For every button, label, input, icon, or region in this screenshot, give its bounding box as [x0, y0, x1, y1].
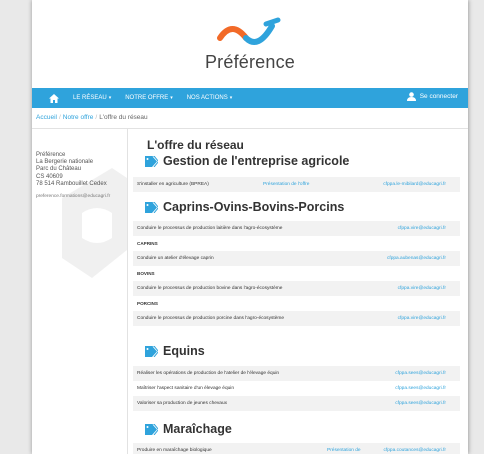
category-label: BOVINS	[137, 271, 155, 276]
section-title-text: Gestion de l'entreprise agricole	[163, 154, 350, 168]
section-table: S'installer en agriculture (BPREA) Présen…	[133, 177, 460, 192]
row-label: Conduire le processus de production lait…	[137, 226, 283, 231]
table-row: S'installer en agriculture (BPREA) Présen…	[133, 177, 460, 192]
home-icon[interactable]	[49, 93, 59, 103]
row-label: Réaliser les opérations de production de…	[137, 371, 280, 376]
chevron-down-icon: ▾	[170, 95, 173, 101]
section-table: Réaliser les opérations de production de…	[133, 366, 460, 411]
tag-icon	[145, 155, 158, 167]
contact-email-link[interactable]: cfppa.vire@educagri.fr	[398, 286, 446, 291]
section-title-text: Maraîchage	[163, 422, 232, 436]
contact-email-link[interactable]: cfppa.le-mibilard@educagri.fr	[383, 182, 446, 187]
nav-notre-offre[interactable]: NOTRE OFFRE ▾	[125, 95, 173, 101]
preference-logo[interactable]	[216, 16, 284, 52]
tag-icon	[145, 201, 158, 213]
contact-email-link[interactable]: cfppa.sees@educagri.fr	[395, 371, 446, 376]
address-line: La Bergerie nationale	[36, 159, 94, 166]
presentation-link[interactable]: Présentation de l'offre	[263, 182, 309, 187]
chevron-down-icon: ▾	[108, 95, 112, 101]
brand-name: Préférence	[204, 52, 296, 72]
address-line: CS 40609	[36, 173, 63, 180]
nav-nos-actions-label: NOS ACTIONS	[186, 95, 228, 101]
section-title: Maraîchage	[145, 422, 232, 436]
address-block: Préférence La Bergerie nationale Parc du…	[36, 152, 110, 200]
table-category-row: BOVINS	[133, 266, 460, 281]
login-label: Se connecter	[419, 93, 458, 100]
main-navbar: LE RÉSEAU ▾ NOTRE OFFRE ▾ NOS ACTIONS ▾ Se …	[32, 88, 468, 108]
table-category-row: PORCINS	[133, 296, 460, 311]
contact-email-link[interactable]: cfppa.vire@educagri.fr	[398, 226, 446, 231]
address-line: Préférence	[36, 152, 66, 158]
row-label: Valoriser sa production de jeunes chevau…	[137, 401, 228, 406]
section-title: Caprins-Ovins-Bovins-Porcins	[145, 200, 344, 214]
row-label: Conduire le processus de production bovi…	[137, 286, 283, 291]
table-row: Maîtriser l'aspect sanitaire d'un élevag…	[133, 381, 460, 396]
table-category-row: CAPRINS	[133, 236, 460, 251]
contact-email-link[interactable]: cfppa.sees@educagri.fr	[395, 386, 446, 391]
tag-icon	[145, 345, 158, 357]
breadcrumb-notre-offre[interactable]: Notre offre	[63, 114, 94, 121]
table-row: Réaliser les opérations de production de…	[133, 366, 460, 381]
section-table: Conduire le processus de production lait…	[133, 221, 460, 326]
table-row: Conduire le processus de production porc…	[133, 311, 460, 326]
section-title-text: Equins	[163, 344, 205, 358]
section-table: Produire en maraîchage biologique Présent…	[133, 443, 460, 454]
presentation-link[interactable]: Présentation de	[327, 448, 361, 453]
nav-le-reseau-label: LE RÉSEAU	[73, 95, 107, 101]
breadcrumb-current: L'offre du réseau	[99, 114, 148, 121]
page-title: L'offre du réseau	[147, 138, 244, 152]
table-row: Valoriser sa production de jeunes chevau…	[133, 396, 460, 411]
nav-le-reseau[interactable]: LE RÉSEAU ▾	[73, 95, 111, 101]
header: Préférence	[32, 0, 468, 82]
section-title: Equins	[145, 344, 205, 358]
contact-email-link[interactable]: cfppa.vire@educagri.fr	[398, 316, 446, 321]
section-title: Gestion de l'entreprise agricole	[145, 154, 349, 168]
breadcrumb-separator: /	[58, 114, 61, 121]
nav-nos-actions[interactable]: NOS ACTIONS ▾	[187, 95, 233, 101]
section-title-text: Caprins-Ovins-Bovins-Porcins	[163, 200, 345, 214]
row-label: Conduire un atelier d'élevage caprin	[137, 256, 214, 261]
nav-notre-offre-label: NOTRE OFFRE	[125, 95, 169, 101]
contact-email-link[interactable]: cfppa.sees@educagri.fr	[395, 401, 446, 406]
user-icon	[406, 92, 416, 101]
tag-icon	[145, 423, 158, 435]
row-label: Maîtriser l'aspect sanitaire d'un élevag…	[137, 386, 235, 391]
table-row: Produire en maraîchage biologique Présent…	[133, 443, 460, 454]
contact-email-link[interactable]: cfppa.aubenas@educagri.fr	[387, 256, 446, 261]
row-label: S'installer en agriculture (BPREA)	[137, 182, 209, 187]
row-label: Produire en maraîchage biologique	[137, 448, 212, 453]
breadcrumb: Accueil / Notre offre / L'offre du réseau	[36, 114, 148, 121]
contact-email-link[interactable]: preference.formations@educagri.fr	[36, 193, 110, 200]
table-row: Conduire le processus de production bovi…	[133, 281, 460, 296]
category-label: CAPRINS	[137, 241, 158, 246]
address-line: 78 514 Rambouillet Cedex	[36, 180, 107, 187]
sidebar: Préférence La Bergerie nationale Parc du…	[32, 128, 128, 454]
login-link[interactable]: Se connecter	[406, 92, 458, 101]
row-label: Conduire le processus de production porc…	[137, 316, 285, 321]
chevron-down-icon: ▾	[229, 95, 233, 101]
page: Préférence LE RÉSEAU ▾ NOTRE OFFRE ▾ NOS A…	[32, 0, 468, 454]
category-label: PORCINS	[137, 301, 158, 306]
contact-email-link[interactable]: cfppa.coutances@educagri.fr	[384, 448, 446, 453]
table-row: Conduire le processus de production lait…	[133, 221, 460, 236]
breadcrumb-separator: /	[95, 114, 98, 121]
address-line: Parc du Château	[36, 166, 82, 173]
breadcrumb-accueil[interactable]: Accueil	[36, 114, 57, 121]
table-row: Conduire un atelier d'élevage caprin cfpp…	[133, 251, 460, 266]
